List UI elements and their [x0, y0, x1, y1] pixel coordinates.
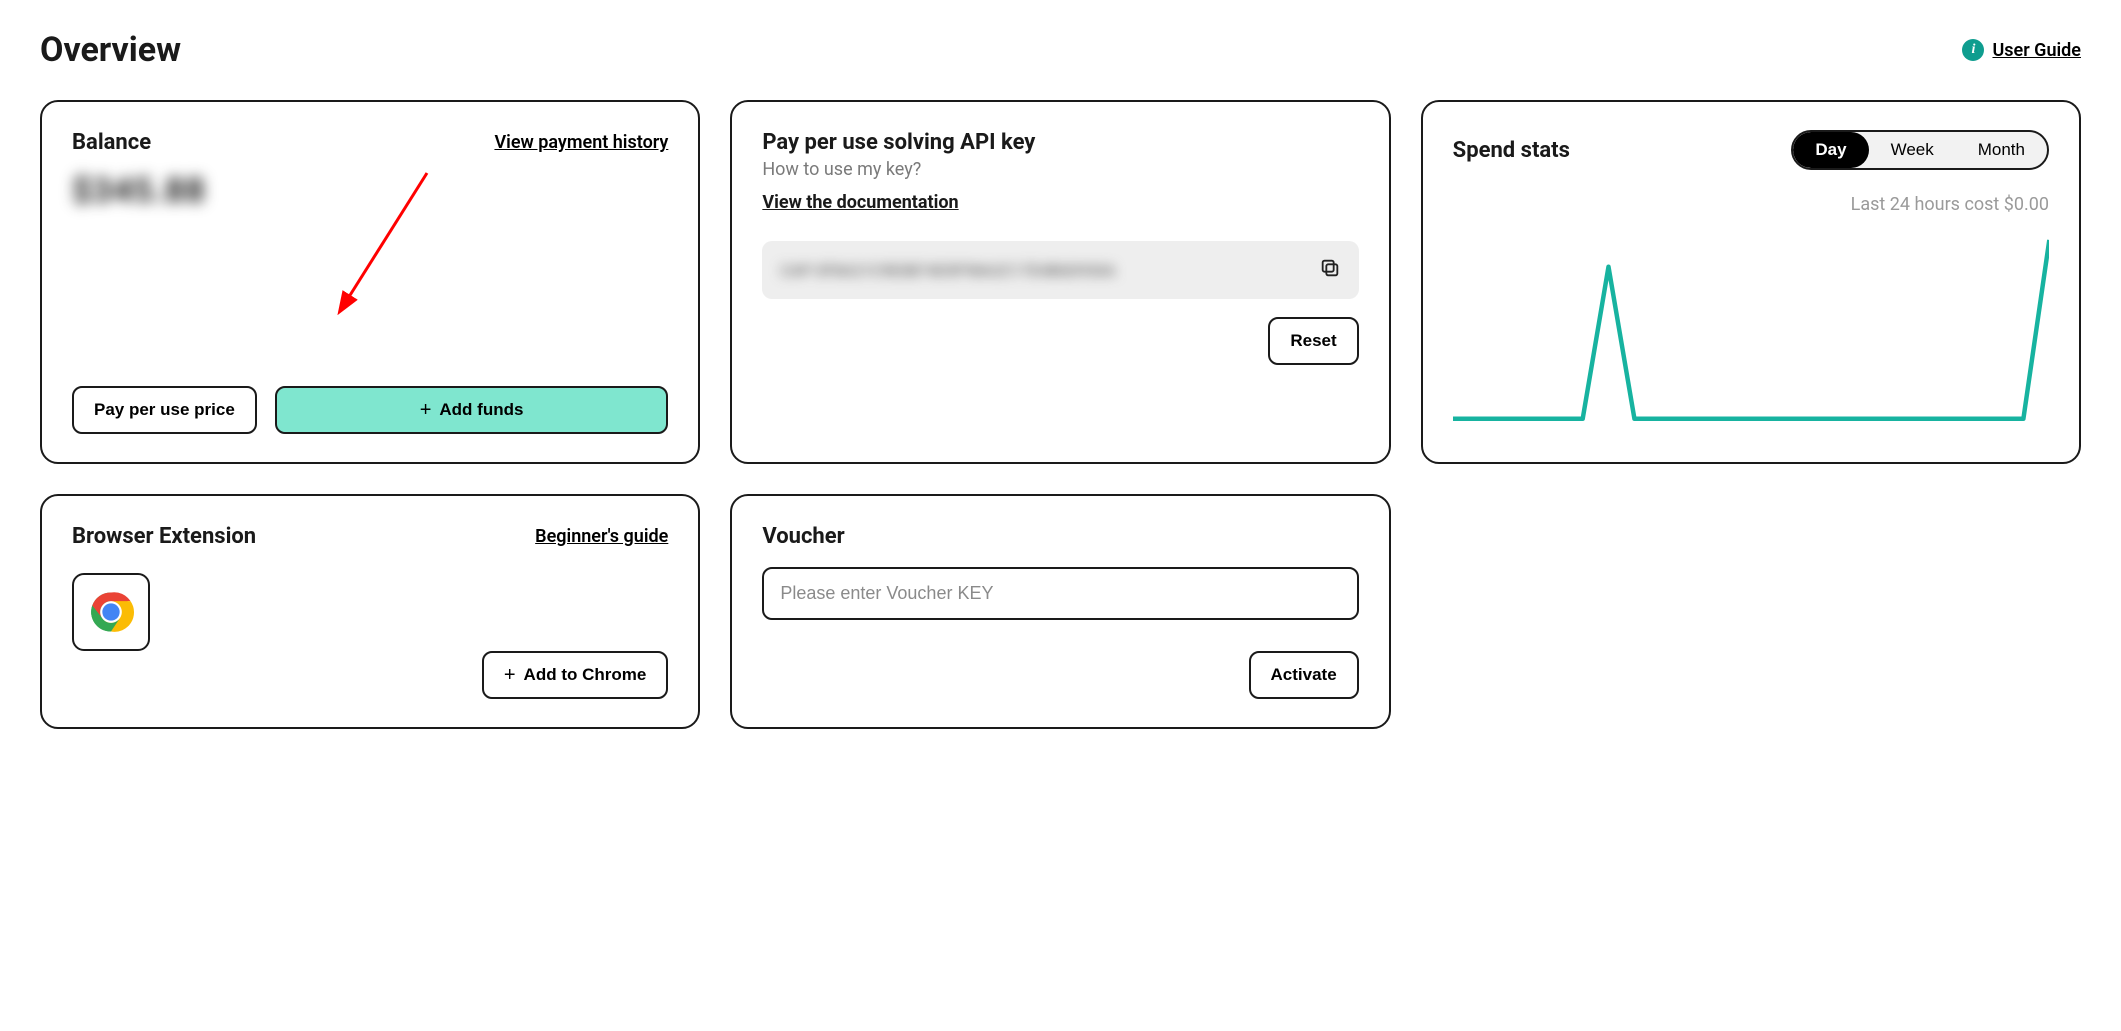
api-key-box: CAP-3F8A21C9E0B74D5F98A2C17E4B6D930A: [762, 241, 1358, 299]
extension-card: Browser Extension Beginner's guide: [40, 494, 700, 729]
balance-card: Balance View payment history $345.88 Pay…: [40, 100, 700, 464]
chrome-icon[interactable]: [72, 573, 150, 651]
balance-title: Balance: [72, 130, 151, 155]
pay-per-use-price-button[interactable]: Pay per use price: [72, 386, 257, 434]
spend-chart: [1453, 225, 2049, 434]
add-funds-button[interactable]: + Add funds: [275, 386, 669, 434]
api-docs-link[interactable]: View the documentation: [762, 192, 1358, 213]
api-how-to: How to use my key?: [762, 159, 1358, 180]
reset-button[interactable]: Reset: [1268, 317, 1358, 365]
payment-history-link[interactable]: View payment history: [494, 132, 668, 153]
spend-range-toggle: Day Week Month: [1791, 130, 2049, 170]
api-key-value: CAP-3F8A21C9E0B74D5F98A2C17E4B6D930A: [780, 261, 1306, 280]
voucher-card: Voucher Activate: [730, 494, 1390, 729]
plus-icon: +: [420, 400, 432, 420]
balance-amount: $345.88: [72, 171, 668, 211]
add-to-chrome-button[interactable]: + Add to Chrome: [482, 651, 668, 699]
tab-week[interactable]: Week: [1869, 132, 1956, 168]
voucher-title: Voucher: [762, 524, 1358, 549]
voucher-input[interactable]: [762, 567, 1358, 620]
user-guide-label[interactable]: User Guide: [1992, 40, 2081, 61]
activate-button[interactable]: Activate: [1249, 651, 1359, 699]
page-title: Overview: [40, 30, 181, 70]
copy-icon[interactable]: [1319, 257, 1341, 283]
add-funds-label: Add funds: [439, 400, 523, 420]
plus-icon: +: [504, 665, 516, 685]
add-to-chrome-label: Add to Chrome: [524, 665, 647, 685]
tab-month[interactable]: Month: [1956, 132, 2047, 168]
spend-stats-card: Spend stats Day Week Month Last 24 hours…: [1421, 100, 2081, 464]
user-guide-link[interactable]: i User Guide: [1962, 39, 2081, 61]
spend-title: Spend stats: [1453, 138, 1570, 163]
beginners-guide-link[interactable]: Beginner's guide: [535, 526, 668, 547]
api-key-card: Pay per use solving API key How to use m…: [730, 100, 1390, 464]
info-icon: i: [1962, 39, 1984, 61]
spend-subtext: Last 24 hours cost $0.00: [1453, 194, 2049, 215]
extension-title: Browser Extension: [72, 524, 256, 549]
api-title: Pay per use solving API key: [762, 130, 1358, 155]
tab-day[interactable]: Day: [1793, 132, 1868, 168]
